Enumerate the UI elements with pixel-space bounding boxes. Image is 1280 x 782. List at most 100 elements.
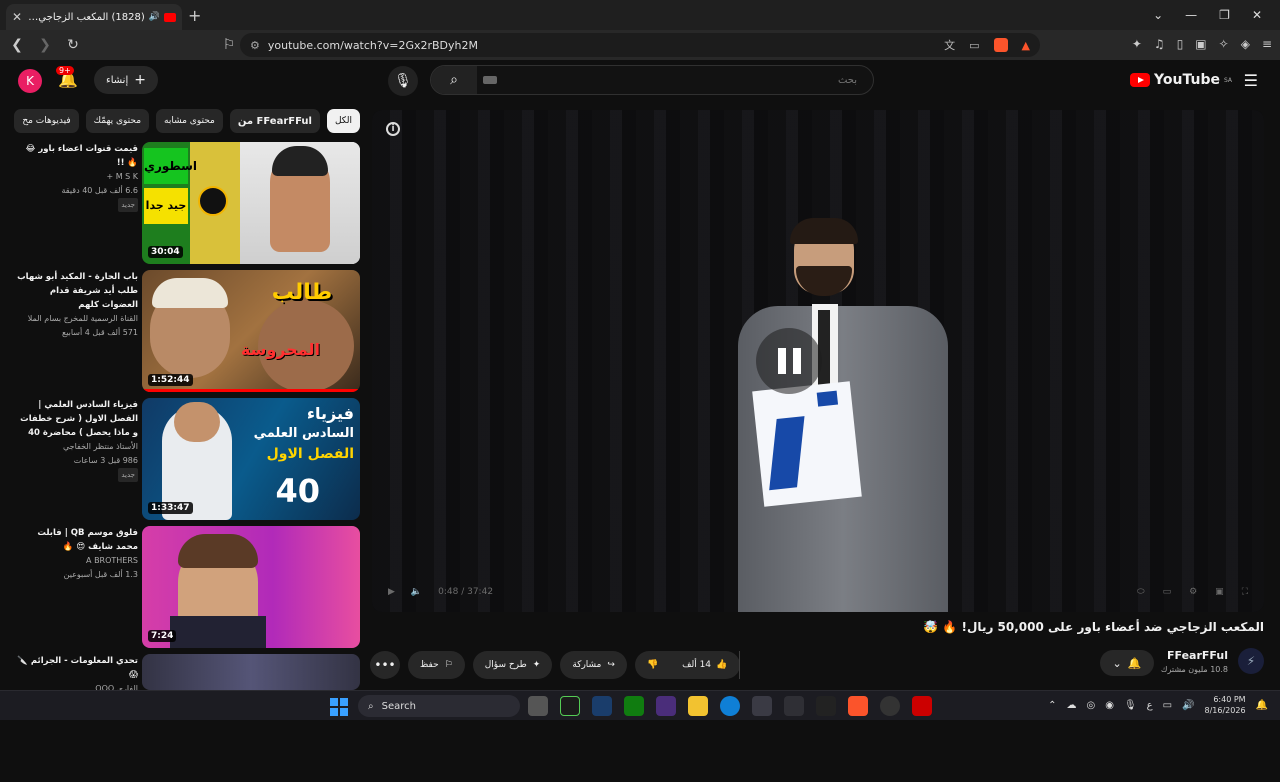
app-icon[interactable]	[784, 696, 804, 716]
info-icon[interactable]: i	[386, 122, 400, 136]
keyboard-icon[interactable]	[483, 76, 497, 84]
translate-icon[interactable]: 文	[944, 37, 955, 53]
video-title[interactable]: باب الحارة - المكيد أبو شهاب طلب أيد شري…	[16, 270, 138, 312]
leo-icon[interactable]: ✧	[1219, 37, 1229, 51]
video-title[interactable]: تحدي المعلومات - الجرائم 🔪 😱	[16, 654, 138, 682]
dislike-button[interactable]: 👎	[635, 651, 670, 679]
settings-gear-icon[interactable]: ⚙	[1189, 587, 1197, 597]
chip-all[interactable]: الكل	[326, 109, 360, 133]
bell-icon[interactable]: 🔔	[1256, 700, 1268, 711]
close-window-button[interactable]: ✕	[1252, 8, 1262, 22]
channel-name[interactable]: A BROTHERS	[16, 554, 138, 568]
youtube-logo[interactable]: YouTube SA	[1130, 72, 1232, 88]
netflix-icon[interactable]	[912, 696, 932, 716]
chevron-up-icon[interactable]: ⌃	[1048, 700, 1056, 711]
edge-icon[interactable]	[720, 696, 740, 716]
back-icon[interactable]: ❮	[6, 37, 28, 53]
app-icon[interactable]	[560, 696, 580, 716]
like-button[interactable]: 👍 14 ألف	[670, 651, 741, 679]
xbox-icon[interactable]	[624, 696, 644, 716]
volume-icon[interactable]: 🔈	[411, 587, 422, 597]
brave-icon[interactable]	[848, 696, 868, 716]
chip-for-you[interactable]: محتوى يهمّك	[85, 109, 150, 133]
list-item[interactable]: طالب المحروسة 1:52:44 باب الحارة - المكي…	[16, 270, 360, 398]
wallet-icon[interactable]: ▣	[1195, 37, 1206, 51]
app-icon[interactable]	[816, 696, 836, 716]
speaker-icon[interactable]: 🔊	[149, 12, 160, 22]
chip-related[interactable]: محتوى مشابه	[156, 109, 223, 133]
list-item[interactable]: 7:24 فلوق موسم QB | فابلت محمد شايف 😍 🔥 …	[16, 526, 360, 654]
video-thumbnail[interactable]: فيزياء السادس العلمي الفصل الاول 40 1:33…	[142, 398, 360, 520]
network-icon[interactable]: ▭	[1163, 700, 1172, 711]
maximize-button[interactable]: ❐	[1219, 8, 1230, 22]
video-thumbnail[interactable]: اسطوري جيد جدا 30:04	[142, 142, 360, 264]
video-thumbnail[interactable]: 7:24	[142, 526, 360, 648]
brave-rewards-icon[interactable]: ▲	[1022, 39, 1030, 52]
channel-name[interactable]: FFearFFul	[1167, 649, 1228, 662]
media-icon[interactable]: ♫	[1154, 37, 1165, 51]
cloud-icon[interactable]: ☁	[1066, 700, 1076, 711]
bookmark-icon[interactable]: ⚐	[218, 37, 240, 53]
channel-name[interactable]: M S K +	[16, 170, 138, 184]
list-item[interactable]: اسطوري جيد جدا 30:04 قيمت قنوات اعضاء با…	[16, 142, 360, 270]
channel-name[interactable]: الأستاذ منتظر الخفاجي	[16, 440, 138, 454]
mic-icon[interactable]: 🎙	[1124, 700, 1137, 711]
search-icon[interactable]: ⌕	[431, 66, 477, 94]
reload-icon[interactable]: ↻	[62, 37, 84, 53]
extensions-icon[interactable]: ✦	[1132, 37, 1142, 51]
browser-tab-youtube[interactable]: 🔊 (1828) المكعب الزجاجي ضد أ... ✕	[6, 4, 182, 30]
subscribed-button[interactable]: 🔔 ⌄	[1100, 650, 1154, 676]
minimize-button[interactable]: —	[1185, 8, 1197, 22]
pause-button[interactable]	[756, 328, 822, 394]
create-button[interactable]: إنشاء +	[94, 66, 158, 94]
language-indicator[interactable]: ع	[1147, 700, 1153, 711]
video-title[interactable]: فلوق موسم QB | فابلت محمد شايف 😍 🔥	[16, 526, 138, 554]
vpn-icon[interactable]: ◈	[1241, 37, 1250, 51]
app-icon[interactable]	[656, 696, 676, 716]
chip-videos[interactable]: فيديوهات مح	[14, 109, 79, 133]
forward-icon[interactable]: ❯	[34, 37, 56, 53]
tab-close-icon[interactable]: ✕	[12, 10, 22, 24]
steam-icon[interactable]	[592, 696, 612, 716]
new-tab-button[interactable]: +	[188, 6, 201, 25]
video-thumbnail[interactable]	[142, 654, 360, 690]
menu-icon[interactable]: ≡	[1262, 37, 1272, 51]
search-input[interactable]	[497, 74, 873, 86]
autoplay-toggle-icon[interactable]: ⬭	[1137, 587, 1145, 597]
sidebar-icon[interactable]: ▯	[1177, 37, 1184, 51]
share-button[interactable]: ↪ مشاركة	[560, 651, 627, 679]
miniplayer-icon[interactable]: ▣	[1215, 587, 1224, 597]
video-title[interactable]: قيمت قنوات اعضاء باور 😂🔥 !!	[16, 142, 138, 170]
video-player[interactable]: i ▶ 🔈 0:48 / 37:42 ⬭ ▭ ⚙ ▣ ⛶	[372, 110, 1264, 612]
avatar[interactable]: K	[18, 69, 42, 93]
fullscreen-icon[interactable]: ⛶	[1242, 587, 1248, 597]
brave-shield-icon[interactable]	[993, 38, 1008, 52]
store-icon[interactable]	[752, 696, 772, 716]
play-icon[interactable]: ▶	[388, 587, 395, 597]
discord-icon[interactable]: ◎	[1086, 700, 1095, 711]
address-bar[interactable]: ⚙ youtube.com/watch?v=2Gx2rBDyh2M 文 ▭ ▲	[240, 33, 1040, 57]
voice-search-icon[interactable]: 🎙	[388, 66, 418, 96]
more-actions-button[interactable]: •••	[370, 651, 400, 679]
hamburger-menu-icon[interactable]: ☰	[1244, 71, 1258, 90]
list-item[interactable]: فيزياء السادس العلمي الفصل الاول 40 1:33…	[16, 398, 360, 526]
tab-search-button[interactable]: ⌄	[1153, 8, 1163, 22]
clock[interactable]: 6:40 PM 8/16/2026	[1205, 694, 1246, 716]
ask-button[interactable]: ✦ طرح سؤال	[472, 651, 553, 679]
chip-from-channel[interactable]: من FFearFFul	[229, 109, 320, 133]
file-explorer-icon[interactable]	[688, 696, 708, 716]
channel-avatar[interactable]: ⚡	[1238, 648, 1264, 674]
app-icon[interactable]	[880, 696, 900, 716]
cast-icon[interactable]: ▭	[969, 39, 979, 52]
steam-tray-icon[interactable]: ◉	[1105, 700, 1114, 711]
save-button[interactable]: ⚐ حفظ	[408, 651, 465, 679]
taskbar-search[interactable]: ⌕ Search	[358, 695, 520, 717]
channel-name[interactable]: القناة الرسمية للمخرج بسام الملا	[16, 312, 138, 326]
video-thumbnail[interactable]: طالب المحروسة 1:52:44	[142, 270, 360, 392]
captions-icon[interactable]: ▭	[1163, 587, 1172, 597]
volume-icon[interactable]: 🔊	[1182, 700, 1194, 711]
task-view-icon[interactable]	[528, 696, 548, 716]
start-menu-icon[interactable]	[330, 698, 348, 716]
video-title[interactable]: فيزياء السادس العلمي | الفصل الاول ( شرح…	[16, 398, 138, 440]
site-info-icon[interactable]: ⚙	[250, 39, 260, 52]
